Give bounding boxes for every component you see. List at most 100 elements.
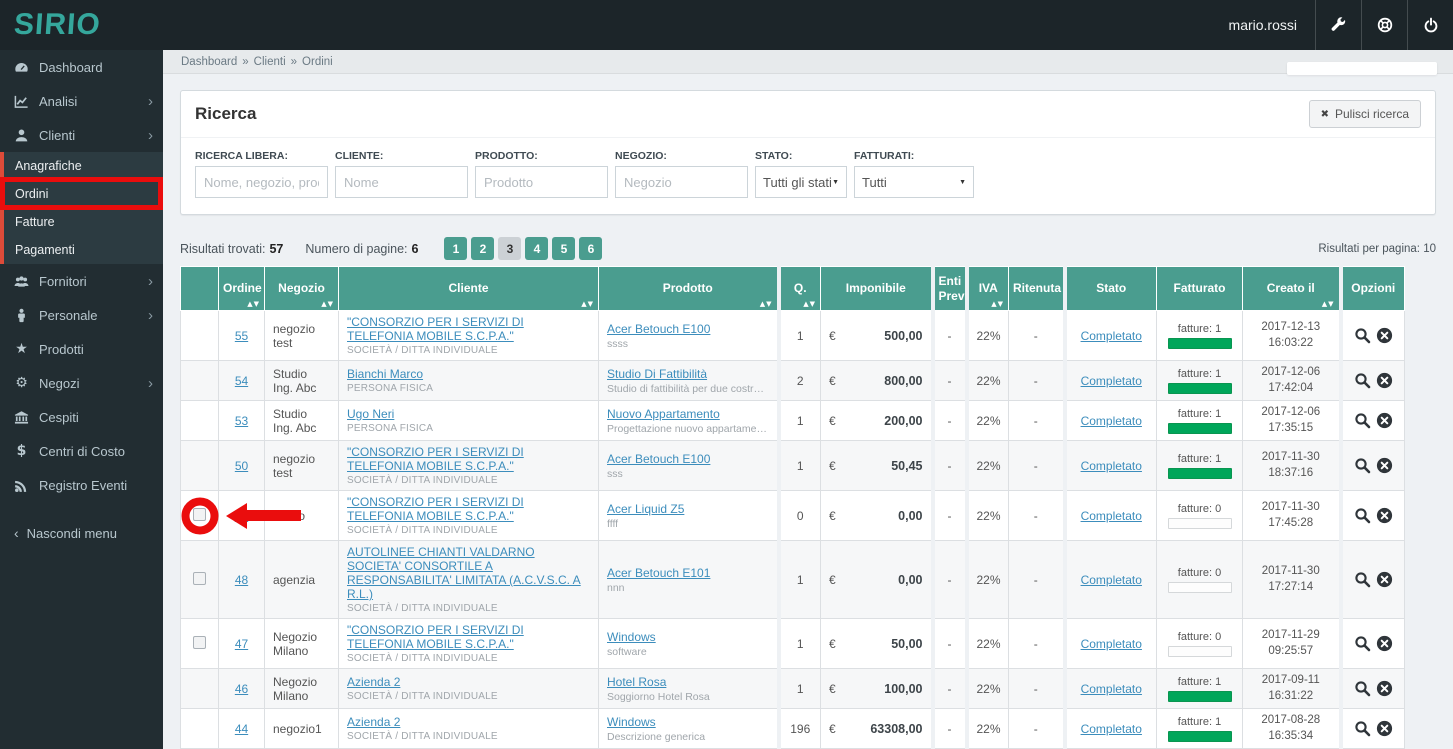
order-link[interactable]: 46 <box>235 682 248 696</box>
row-checkbox[interactable] <box>193 572 206 585</box>
order-link[interactable]: 49 <box>235 509 248 523</box>
header-ordine[interactable]: Ordine▲▼ <box>219 267 265 311</box>
logout-button[interactable] <box>1407 0 1453 50</box>
order-link[interactable]: 48 <box>235 573 248 587</box>
product-link[interactable]: Nuovo Appartamento <box>607 407 720 421</box>
order-link[interactable]: 44 <box>235 722 248 736</box>
client-link[interactable]: "CONSORZIO PER I SERVIZI DI TELEFONIA MO… <box>347 495 524 523</box>
row-checkbox[interactable] <box>193 508 206 521</box>
sidebar-item-registro-eventi[interactable]: Registro Eventi <box>0 468 163 502</box>
user-menu[interactable]: mario.rossi <box>1211 0 1315 50</box>
view-order-button[interactable] <box>1354 327 1371 344</box>
ricerca-libera-input[interactable] <box>195 166 328 198</box>
view-order-button[interactable] <box>1354 457 1371 474</box>
client-link[interactable]: Bianchi Marco <box>347 367 423 381</box>
product-link[interactable]: Windows <box>607 715 656 729</box>
page-button[interactable]: 1 <box>444 237 467 260</box>
negozio-input[interactable] <box>615 166 748 198</box>
status-link[interactable]: Completato <box>1081 414 1142 428</box>
sidebar-item-prodotti[interactable]: ★ Prodotti <box>0 332 163 366</box>
view-order-button[interactable] <box>1354 720 1371 737</box>
status-link[interactable]: Completato <box>1081 374 1142 388</box>
sidebar-item-analisi[interactable]: Analisi › <box>0 84 163 118</box>
page-button[interactable]: 5 <box>552 237 575 260</box>
client-link[interactable]: "CONSORZIO PER I SERVIZI DI TELEFONIA MO… <box>347 315 524 343</box>
breadcrumb-item[interactable]: Clienti <box>254 56 286 68</box>
status-link[interactable]: Completato <box>1081 509 1142 523</box>
delete-order-button[interactable] <box>1376 720 1393 737</box>
product-link[interactable]: Acer Betouch E101 <box>607 566 710 580</box>
sidebar-item-fatture[interactable]: Fatture <box>4 208 163 236</box>
prodotto-input[interactable] <box>475 166 608 198</box>
delete-order-button[interactable] <box>1376 372 1393 389</box>
sidebar-item-negozi[interactable]: ⚙ Negozi › <box>0 366 163 400</box>
sort-icon[interactable]: ▲▼ <box>803 300 816 308</box>
sidebar-item-ordini[interactable]: Ordini <box>4 180 163 208</box>
header-cliente[interactable]: Cliente▲▼ <box>339 267 599 311</box>
fatturati-select[interactable]: Tutti ▼ <box>854 166 974 198</box>
view-order-button[interactable] <box>1354 412 1371 429</box>
view-order-button[interactable] <box>1354 635 1371 652</box>
sort-icon[interactable]: ▲▼ <box>321 300 334 308</box>
delete-order-button[interactable] <box>1376 457 1393 474</box>
status-link[interactable]: Completato <box>1081 329 1142 343</box>
client-link[interactable]: Azienda 2 <box>347 675 400 689</box>
page-button[interactable]: 2 <box>471 237 494 260</box>
delete-order-button[interactable] <box>1376 680 1393 697</box>
product-link[interactable]: Hotel Rosa <box>607 675 666 689</box>
status-link[interactable]: Completato <box>1081 682 1142 696</box>
client-link[interactable]: AUTOLINEE CHIANTI VALDARNO SOCIETA' CONS… <box>347 545 581 601</box>
view-order-button[interactable] <box>1354 680 1371 697</box>
order-link[interactable]: 50 <box>235 459 248 473</box>
client-link[interactable]: "CONSORZIO PER I SERVIZI DI TELEFONIA MO… <box>347 623 524 651</box>
clear-search-button[interactable]: ✖ Pulisci ricerca <box>1309 100 1421 128</box>
header-prodotto[interactable]: Prodotto▲▼ <box>599 267 779 311</box>
cliente-input[interactable] <box>335 166 468 198</box>
client-link[interactable]: Ugo Neri <box>347 407 394 421</box>
header-iva[interactable]: IVA▲▼ <box>967 267 1009 311</box>
header-quantita[interactable]: Q.▲▼ <box>779 267 821 311</box>
delete-order-button[interactable] <box>1376 635 1393 652</box>
sidebar-item-clienti[interactable]: Clienti › <box>0 118 163 152</box>
product-link[interactable]: Studio Di Fattibilità <box>607 367 707 381</box>
stato-select[interactable]: Tutti gli stati ▼ <box>755 166 847 198</box>
breadcrumb-item[interactable]: Dashboard <box>181 56 237 68</box>
quick-search-box[interactable] <box>1287 62 1437 75</box>
sort-icon[interactable]: ▲▼ <box>247 300 260 308</box>
client-link[interactable]: "CONSORZIO PER I SERVIZI DI TELEFONIA MO… <box>347 445 524 473</box>
row-checkbox[interactable] <box>193 636 206 649</box>
order-link[interactable]: 47 <box>235 637 248 651</box>
sidebar-item-dashboard[interactable]: Dashboard <box>0 50 163 84</box>
status-link[interactable]: Completato <box>1081 573 1142 587</box>
page-button[interactable]: 6 <box>579 237 602 260</box>
delete-order-button[interactable] <box>1376 412 1393 429</box>
header-negozio[interactable]: Negozio▲▼ <box>265 267 339 311</box>
product-link[interactable]: Windows <box>607 630 656 644</box>
sidebar-item-nascondi-menu[interactable]: ‹ Nascondi menu <box>0 516 163 550</box>
page-button[interactable]: 3 <box>498 237 521 260</box>
product-link[interactable]: Acer Liquid Z5 <box>607 502 684 516</box>
page-button[interactable]: 4 <box>525 237 548 260</box>
product-link[interactable]: Acer Betouch E100 <box>607 322 710 336</box>
order-link[interactable]: 54 <box>235 374 248 388</box>
view-order-button[interactable] <box>1354 571 1371 588</box>
client-link[interactable]: Azienda 2 <box>347 715 400 729</box>
order-link[interactable]: 53 <box>235 414 248 428</box>
delete-order-button[interactable] <box>1376 507 1393 524</box>
status-link[interactable]: Completato <box>1081 459 1142 473</box>
delete-order-button[interactable] <box>1376 327 1393 344</box>
help-button[interactable] <box>1361 0 1407 50</box>
delete-order-button[interactable] <box>1376 571 1393 588</box>
sidebar-item-fornitori[interactable]: Fornitori › <box>0 264 163 298</box>
sidebar-item-personale[interactable]: Personale › <box>0 298 163 332</box>
header-creato-il[interactable]: Creato il▲▼ <box>1243 267 1341 311</box>
sort-icon[interactable]: ▲▼ <box>1322 300 1335 308</box>
view-order-button[interactable] <box>1354 507 1371 524</box>
sidebar-item-cespiti[interactable]: Cespiti <box>0 400 163 434</box>
sort-icon[interactable]: ▲▼ <box>991 300 1004 308</box>
settings-button[interactable] <box>1315 0 1361 50</box>
sort-icon[interactable]: ▲▼ <box>581 300 594 308</box>
view-order-button[interactable] <box>1354 372 1371 389</box>
order-link[interactable]: 55 <box>235 329 248 343</box>
status-link[interactable]: Completato <box>1081 722 1142 736</box>
